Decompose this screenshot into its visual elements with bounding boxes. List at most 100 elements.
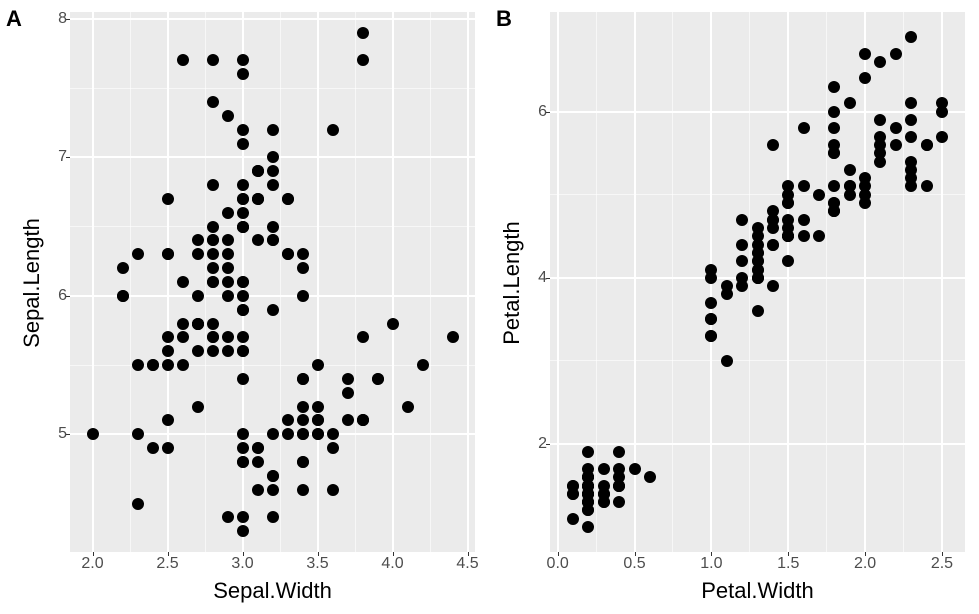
scatter-point	[859, 48, 871, 60]
scatter-point	[192, 234, 204, 246]
scatter-point	[267, 179, 279, 191]
scatter-point	[582, 446, 594, 458]
x-tick-label: 1.0	[700, 555, 722, 573]
scatter-point	[252, 165, 264, 177]
scatter-point	[237, 345, 249, 357]
scatter-point	[752, 305, 764, 317]
scatter-point	[890, 48, 902, 60]
scatter-point	[921, 180, 933, 192]
scatter-point	[282, 248, 294, 260]
scatter-point	[813, 230, 825, 242]
scatter-point	[132, 498, 144, 510]
scatter-point	[282, 428, 294, 440]
scatter-point	[162, 331, 174, 343]
scatter-point	[237, 428, 249, 440]
scatter-point	[767, 222, 779, 234]
scatter-point	[752, 247, 764, 259]
scatter-point	[327, 428, 339, 440]
y-tick-label: 6	[58, 287, 67, 305]
scatter-point	[798, 122, 810, 134]
scatter-point	[237, 525, 249, 537]
scatter-point	[207, 234, 219, 246]
scatter-point	[905, 114, 917, 126]
x-tick-label: 0.5	[623, 555, 645, 573]
scatter-point	[237, 276, 249, 288]
x-tick-label: 1.5	[777, 555, 799, 573]
scatter-point	[921, 139, 933, 151]
scatter-point	[357, 331, 369, 343]
x-tick-label: 3.0	[231, 555, 253, 573]
scatter-point	[721, 355, 733, 367]
scatter-point	[252, 193, 264, 205]
x-tick-label: 4.0	[381, 555, 403, 573]
scatter-point	[252, 442, 264, 454]
scatter-point	[905, 97, 917, 109]
scatter-point	[767, 280, 779, 292]
scatter-point	[798, 180, 810, 192]
y-tick-label: 2	[538, 435, 547, 453]
scatter-point	[327, 484, 339, 496]
scatter-point	[417, 359, 429, 371]
scatter-point	[736, 214, 748, 226]
scatter-point	[162, 414, 174, 426]
scatter-point	[752, 222, 764, 234]
scatter-point	[237, 304, 249, 316]
scatter-point	[312, 401, 324, 413]
scatter-point	[267, 304, 279, 316]
scatter-point	[162, 248, 174, 260]
scatter-point	[237, 207, 249, 219]
x-tick-label: 0.0	[547, 555, 569, 573]
scatter-point	[372, 373, 384, 385]
scatter-point	[844, 164, 856, 176]
scatter-point	[222, 276, 234, 288]
x-tick-label: 3.5	[306, 555, 328, 573]
scatter-point	[844, 97, 856, 109]
scatter-point	[222, 207, 234, 219]
scatter-point	[613, 446, 625, 458]
scatter-point	[237, 138, 249, 150]
scatter-point	[207, 248, 219, 260]
panel-a: A 5678 2.02.53.03.54.04.5 Sepal.Length S…	[0, 0, 490, 614]
scatter-point	[905, 172, 917, 184]
scatter-point	[874, 156, 886, 168]
scatter-point	[237, 68, 249, 80]
scatter-point	[192, 318, 204, 330]
scatter-point	[598, 463, 610, 475]
scatter-point	[828, 147, 840, 159]
panel-b: B 246 0.00.51.01.52.02.5 Petal.Length Pe…	[490, 0, 979, 614]
scatter-point	[297, 484, 309, 496]
scatter-point	[237, 373, 249, 385]
scatter-point	[859, 72, 871, 84]
scatter-point	[222, 511, 234, 523]
y-tick-label: 6	[538, 103, 547, 121]
scatter-point	[192, 401, 204, 413]
scatter-point	[357, 27, 369, 39]
scatter-point	[705, 297, 717, 309]
scatter-point	[192, 290, 204, 302]
scatter-point	[222, 234, 234, 246]
scatter-point	[207, 318, 219, 330]
scatter-point	[312, 428, 324, 440]
scatter-point	[237, 511, 249, 523]
scatter-point	[905, 31, 917, 43]
scatter-point	[237, 331, 249, 343]
scatter-point	[936, 97, 948, 109]
scatter-point	[297, 456, 309, 468]
scatter-point	[782, 214, 794, 226]
scatter-point	[267, 470, 279, 482]
scatter-point	[736, 255, 748, 267]
scatter-point	[312, 414, 324, 426]
scatter-point	[177, 359, 189, 371]
scatter-point	[162, 359, 174, 371]
scatter-point	[705, 330, 717, 342]
scatter-point	[267, 221, 279, 233]
scatter-point	[207, 96, 219, 108]
scatter-point	[782, 230, 794, 242]
scatter-point	[207, 345, 219, 357]
scatter-point	[237, 442, 249, 454]
scatter-point	[222, 248, 234, 260]
scatter-point	[357, 414, 369, 426]
scatter-point	[207, 54, 219, 66]
scatter-point	[237, 456, 249, 468]
scatter-point	[297, 373, 309, 385]
